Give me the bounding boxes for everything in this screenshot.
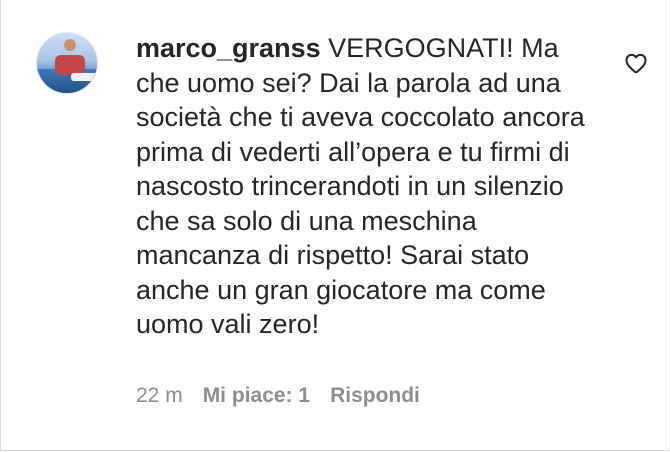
likes-count-button[interactable]: Mi piace: 1	[203, 384, 310, 407]
comment-time[interactable]: 22 m	[136, 384, 183, 407]
comment-text: VERGOGNATI! Ma che uomo sei? Dai la paro…	[136, 33, 585, 339]
reply-button[interactable]: Rispondi	[330, 384, 420, 407]
comment-body: marco_granss VERGOGNATI! Ma che uomo sei…	[136, 31, 606, 342]
avatar[interactable]	[36, 32, 98, 94]
comment-username[interactable]: marco_granss	[136, 33, 321, 63]
comment-meta: 22 m Mi piace: 1 Rispondi	[136, 383, 440, 409]
heart-outline-icon[interactable]	[623, 50, 649, 76]
